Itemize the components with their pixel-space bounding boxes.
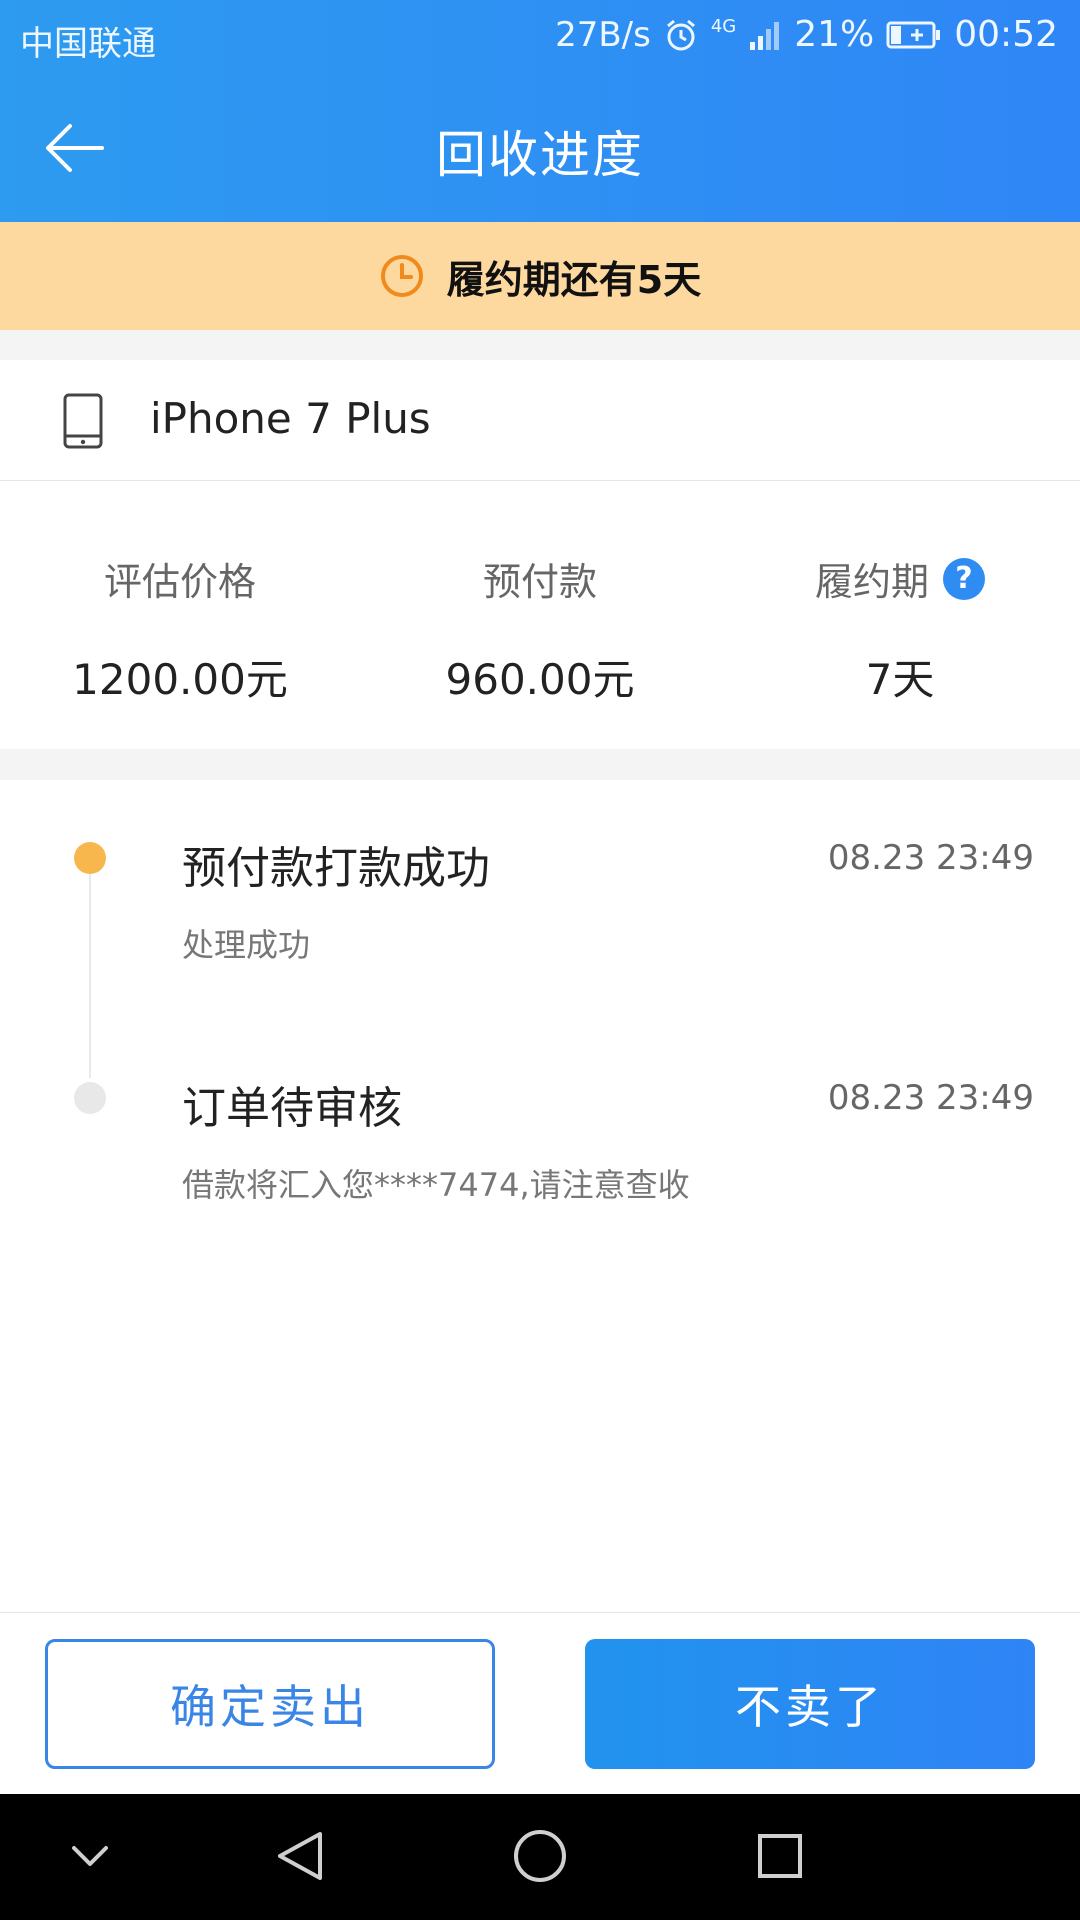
timeline-dot bbox=[74, 1082, 106, 1114]
app-header: 中国联通 27B/s 4G 21% 00:52 回收进度 bbox=[0, 0, 1080, 222]
square-recents-icon bbox=[758, 1834, 802, 1878]
alarm-icon bbox=[666, 19, 695, 50]
confirm-sell-button[interactable]: 确定卖出 bbox=[45, 1639, 495, 1769]
action-bar: 确定卖出 不卖了 bbox=[0, 1612, 1080, 1795]
carrier-name: 中国联通 bbox=[20, 24, 156, 64]
timeline-time: 08.23 23:49 bbox=[827, 838, 1034, 878]
timeline-dot bbox=[74, 842, 106, 874]
triangle-back-icon bbox=[278, 1832, 322, 1880]
section-divider bbox=[0, 749, 1080, 780]
system-nav-bar bbox=[0, 1794, 1080, 1920]
timeline-desc: 借款将汇入您****7474,请注意查收 bbox=[182, 1166, 690, 1204]
timeline-time: 08.23 23:49 bbox=[827, 1078, 1034, 1118]
nav-collapse-button[interactable] bbox=[50, 1816, 130, 1896]
timeline-connector bbox=[89, 860, 91, 1078]
deadline-notice: 履约期还有5天 bbox=[0, 222, 1080, 330]
section-divider bbox=[0, 330, 1080, 360]
title-bar: 回收进度 bbox=[0, 75, 1080, 222]
device-name: iPhone 7 Plus bbox=[150, 394, 431, 443]
clock-icon bbox=[380, 255, 423, 297]
stat-label: 履约期 bbox=[814, 560, 929, 604]
notice-text: 履约期还有5天 bbox=[446, 257, 702, 302]
stat-label: 预付款 bbox=[482, 560, 597, 604]
device-row: iPhone 7 Plus bbox=[0, 360, 1080, 481]
nav-recents-button[interactable] bbox=[740, 1816, 820, 1896]
chevron-down-icon bbox=[72, 1846, 108, 1866]
stat-label: 评估价格 bbox=[103, 560, 256, 604]
clock: 00:52 bbox=[954, 14, 1058, 55]
timeline-title: 订单待审核 bbox=[182, 1083, 402, 1134]
status-indicators: 27B/s 4G 21% 00:52 bbox=[555, 14, 1058, 55]
stat-value: 960.00元 bbox=[445, 655, 635, 704]
page-title: 回收进度 bbox=[436, 126, 644, 184]
timeline-desc: 处理成功 bbox=[182, 926, 311, 964]
battery-icon bbox=[886, 21, 941, 48]
phone-icon bbox=[63, 393, 103, 449]
status-bar: 中国联通 27B/s 4G 21% 00:52 bbox=[0, 0, 1080, 75]
network-type: 4G bbox=[710, 15, 737, 37]
stat-value: 7天 bbox=[865, 655, 935, 704]
nav-back-button[interactable] bbox=[260, 1816, 340, 1896]
cancel-sell-button[interactable]: 不卖了 bbox=[585, 1639, 1035, 1769]
net-speed: 27B/s bbox=[555, 14, 651, 55]
circle-home-icon bbox=[514, 1830, 566, 1882]
battery-percent: 21% bbox=[794, 14, 875, 55]
price-stats: 评估价格 1200.00元 预付款 960.00元 履约期 ? 7天 bbox=[0, 481, 1080, 749]
timeline-title: 预付款打款成功 bbox=[182, 843, 490, 894]
progress-timeline: 预付款打款成功 08.23 23:49 处理成功 订单待审核 08.23 23:… bbox=[0, 780, 1080, 1610]
help-icon[interactable]: ? bbox=[943, 557, 985, 600]
nav-home-button[interactable] bbox=[500, 1816, 580, 1896]
signal-icon bbox=[750, 21, 780, 50]
stat-value: 1200.00元 bbox=[72, 655, 288, 704]
